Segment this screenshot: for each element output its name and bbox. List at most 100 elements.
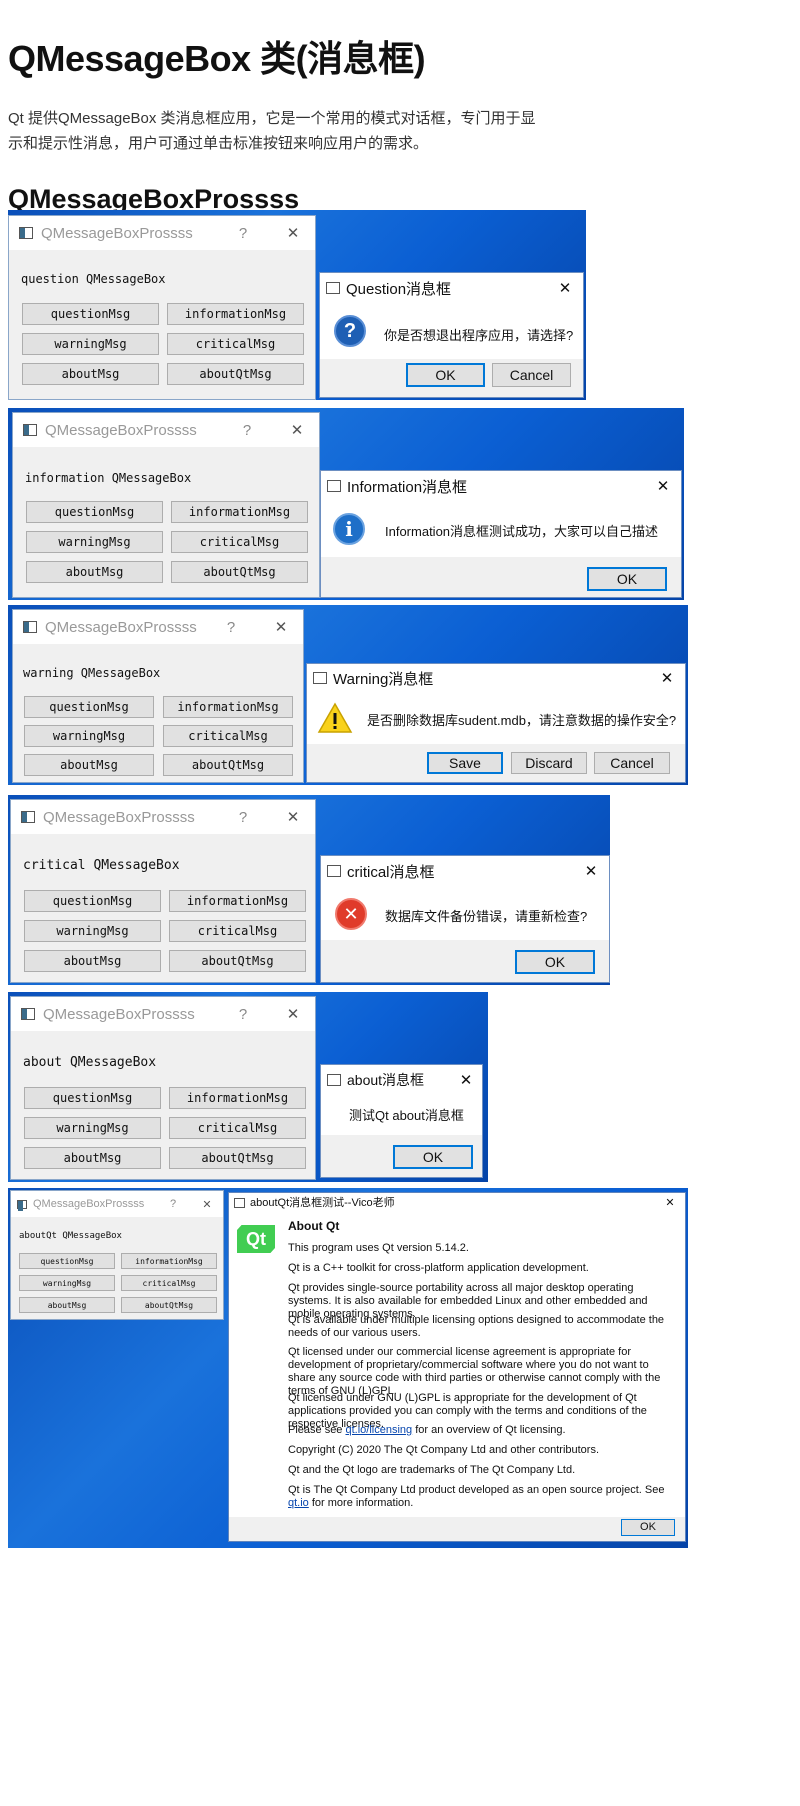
app-icon: [326, 282, 340, 294]
question-msg-button[interactable]: questionMsg: [24, 696, 154, 718]
close-icon[interactable]: ✕: [573, 862, 609, 880]
dialog-message: 数据库文件备份错误，请重新检查?: [385, 909, 588, 924]
aboutqt-msg-button[interactable]: aboutQtMsg: [171, 561, 308, 583]
question-msg-button[interactable]: questionMsg: [22, 303, 159, 325]
about-msg-button[interactable]: aboutMsg: [26, 561, 163, 583]
about-qt-p8: Qt and the Qt logo are trademarks of The…: [288, 1464, 576, 1476]
dialog-title: Question消息框: [346, 280, 452, 298]
critical-msg-button[interactable]: criticalMsg: [171, 531, 308, 553]
about-msg-button[interactable]: aboutMsg: [24, 1147, 161, 1169]
ok-button[interactable]: OK: [406, 363, 485, 387]
app-icon: [327, 865, 341, 877]
dialog-message: 测试Qt about消息框: [349, 1108, 464, 1123]
question-msg-button[interactable]: questionMsg: [24, 1087, 161, 1109]
information-msg-button[interactable]: informationMsg: [169, 1087, 306, 1109]
aboutqt-msg-button[interactable]: aboutQtMsg: [169, 950, 306, 972]
aboutqt-msg-button[interactable]: aboutQtMsg: [169, 1147, 306, 1169]
about-qt-p7: Copyright (C) 2020 The Qt Company Ltd an…: [288, 1444, 600, 1456]
close-icon[interactable]: ✕: [271, 808, 315, 826]
main-window: QMessageBoxProssss ? ✕ warning QMessageB…: [12, 609, 304, 783]
ok-button[interactable]: OK: [587, 567, 667, 591]
information-msg-button[interactable]: informationMsg: [167, 303, 304, 325]
about-qt-p9-pre: Qt is The Qt Company Ltd product develop…: [288, 1484, 665, 1496]
window-title: QMessageBoxProssss: [45, 618, 197, 636]
critical-msg-button[interactable]: criticalMsg: [163, 725, 293, 747]
result-label: question QMessageBox: [21, 272, 166, 286]
about-dialog: about消息框 ✕ 测试Qt about消息框 OK: [320, 1064, 483, 1178]
result-label: critical QMessageBox: [23, 858, 180, 873]
information-msg-button[interactable]: informationMsg: [169, 890, 306, 912]
about-qt-p6-pre: Please see: [288, 1424, 346, 1436]
about-qt-p4: Qt licensed under our commercial license…: [288, 1346, 661, 1397]
about-qt-p3: Qt is available under multiple licensing…: [288, 1314, 665, 1339]
screenshot-critical: QMessageBoxProssss ? ✕ critical QMessage…: [8, 795, 610, 985]
help-icon[interactable]: ?: [203, 619, 259, 636]
dialog-title: critical消息框: [347, 863, 435, 881]
ok-button[interactable]: OK: [393, 1145, 473, 1169]
information-msg-button[interactable]: informationMsg: [171, 501, 308, 523]
close-icon[interactable]: ✕: [645, 477, 681, 495]
close-icon[interactable]: ✕: [259, 618, 303, 636]
about-msg-button[interactable]: aboutMsg: [24, 950, 161, 972]
close-icon[interactable]: ✕: [275, 421, 319, 439]
critical-msg-button[interactable]: criticalMsg: [169, 920, 306, 942]
about-qt-p6-post: for an overview of Qt licensing.: [412, 1424, 566, 1436]
help-icon[interactable]: ?: [215, 225, 271, 242]
information-msg-button[interactable]: informationMsg: [163, 696, 293, 718]
ok-button[interactable]: OK: [515, 950, 595, 974]
close-icon[interactable]: ✕: [271, 1005, 315, 1023]
licensing-link[interactable]: qt.io/licensing: [345, 1424, 412, 1436]
help-icon[interactable]: ?: [215, 1006, 271, 1023]
result-label: about QMessageBox: [23, 1055, 157, 1070]
critical-msg-button[interactable]: criticalMsg: [167, 333, 304, 355]
warning-icon: [317, 702, 353, 733]
window-title: QMessageBoxProssss: [41, 224, 193, 242]
main-window: QMessageBoxProssss ? ✕ critical QMessage…: [10, 799, 316, 983]
intro-paragraph: Qt 提供QMessageBox 类消息框应用，它是一个常用的模式对话框，专门用…: [8, 110, 536, 152]
about-msg-button[interactable]: aboutMsg: [24, 754, 154, 776]
main-window: QMessageBoxProssss ? ✕ information QMess…: [12, 412, 320, 598]
app-icon: [21, 1008, 35, 1020]
aboutqt-content: Qt About Qt This program uses Qt version…: [0, 1192, 800, 1542]
screenshot-information: QMessageBoxProssss ? ✕ information QMess…: [8, 408, 684, 600]
question-dialog: Question消息框 ✕ ? 你是否想退出程序应用，请选择? OK Cance…: [319, 272, 584, 398]
page-title: QMessageBox 类(消息框): [8, 38, 426, 79]
warning-msg-button[interactable]: warningMsg: [26, 531, 163, 553]
app-icon: [23, 424, 37, 436]
main-window: QMessageBoxProssss ? ✕ about QMessageBox…: [10, 996, 316, 1180]
warning-msg-button[interactable]: warningMsg: [24, 1117, 161, 1139]
help-icon[interactable]: ?: [215, 809, 271, 826]
about-qt-p1: Qt is a C++ toolkit for cross-platform a…: [288, 1262, 589, 1274]
cancel-button[interactable]: Cancel: [594, 752, 670, 774]
cancel-button[interactable]: Cancel: [492, 363, 571, 387]
critical-msg-button[interactable]: criticalMsg: [169, 1117, 306, 1139]
dialog-title: Information消息框: [347, 478, 468, 496]
app-icon: [21, 811, 35, 823]
question-msg-button[interactable]: questionMsg: [24, 890, 161, 912]
screenshot-question: QMessageBoxProssss ? ✕ question QMessage…: [8, 210, 586, 400]
screenshot-warning: QMessageBoxProssss ? ✕ warning QMessageB…: [8, 605, 688, 785]
warning-dialog: Warning消息框 ✕ 是否删除数据库sudent.mdb，请注意数据的操作安…: [306, 663, 686, 783]
app-icon: [313, 672, 327, 684]
save-button[interactable]: Save: [427, 752, 503, 774]
question-icon: ?: [334, 315, 366, 347]
close-icon[interactable]: ✕: [450, 1071, 482, 1089]
warning-msg-button[interactable]: warningMsg: [24, 725, 154, 747]
help-icon[interactable]: ?: [219, 422, 275, 439]
critical-icon: ✕: [335, 898, 367, 930]
discard-button[interactable]: Discard: [511, 752, 587, 774]
warning-msg-button[interactable]: warningMsg: [24, 920, 161, 942]
qt-io-link[interactable]: qt.io: [288, 1497, 309, 1509]
result-label: information QMessageBox: [25, 471, 192, 485]
close-icon[interactable]: ✕: [271, 224, 315, 242]
aboutqt-msg-button[interactable]: aboutQtMsg: [163, 754, 293, 776]
about-msg-button[interactable]: aboutMsg: [22, 363, 159, 385]
warning-msg-button[interactable]: warningMsg: [22, 333, 159, 355]
question-msg-button[interactable]: questionMsg: [26, 501, 163, 523]
screenshot-about: QMessageBoxProssss ? ✕ about QMessageBox…: [8, 992, 488, 1182]
dialog-message: Information消息框测试成功，大家可以自己描述: [385, 524, 659, 539]
aboutqt-msg-button[interactable]: aboutQtMsg: [167, 363, 304, 385]
window-title: QMessageBoxProssss: [43, 808, 195, 826]
close-icon[interactable]: ✕: [547, 279, 583, 297]
close-icon[interactable]: ✕: [649, 669, 685, 687]
